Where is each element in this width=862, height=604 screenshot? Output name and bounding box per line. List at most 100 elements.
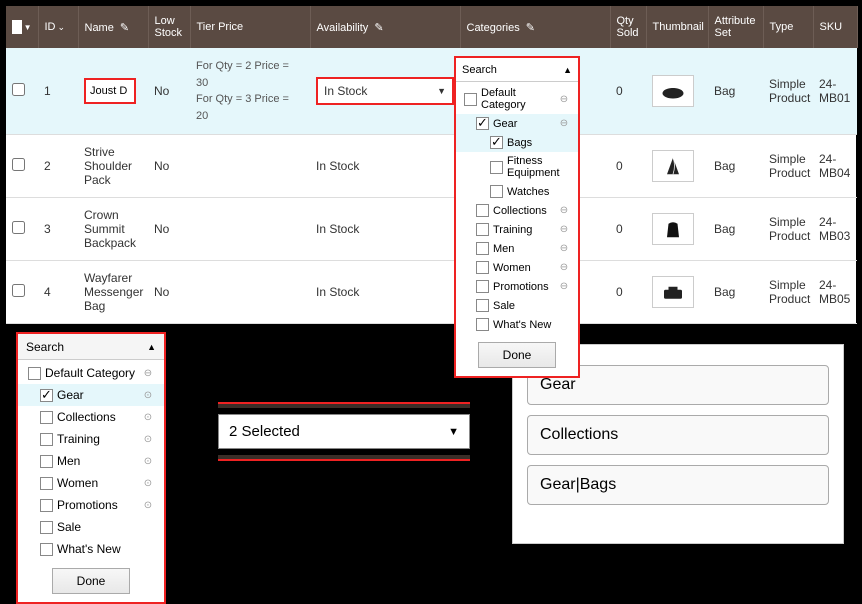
pencil-icon: ✎ (526, 21, 535, 34)
category-item-collections[interactable]: Collections⊖ (456, 201, 578, 220)
category-item-training[interactable]: Training⊙ (18, 428, 164, 450)
expand-icon[interactable]: ⊖ (558, 243, 570, 254)
chevron-down-icon[interactable]: ▼ (24, 23, 32, 32)
category-selected-select[interactable]: 2 Selected ▼ (218, 414, 470, 449)
category-item-sale[interactable]: Sale (456, 296, 578, 315)
header-thumbnail[interactable]: Thumbnail (646, 6, 708, 48)
category-search[interactable]: Search ▲ (456, 58, 578, 82)
checkbox-checked-icon[interactable] (40, 389, 53, 402)
decorative-stripe (218, 402, 470, 408)
category-item-gear[interactable]: Gear⊙ (18, 384, 164, 406)
name-input[interactable] (84, 78, 136, 104)
category-item-promotions[interactable]: Promotions⊙ (18, 494, 164, 516)
category-item-watches[interactable]: Watches (456, 182, 578, 201)
checkbox-icon[interactable] (490, 185, 503, 198)
checkbox-icon[interactable] (476, 280, 489, 293)
header-id[interactable]: ID⌄ (38, 6, 78, 48)
category-item-women[interactable]: Women⊖ (456, 258, 578, 277)
header-availability[interactable]: Availability ✎ (310, 6, 460, 48)
category-item-men[interactable]: Men⊖ (456, 239, 578, 258)
expand-icon[interactable]: ⊙ (142, 412, 154, 423)
expand-icon[interactable]: ⊖ (558, 262, 570, 273)
category-item-sale[interactable]: Sale (18, 516, 164, 538)
pencil-icon: ✎ (374, 21, 383, 34)
category-pill-gear-bags[interactable]: Gear|Bags (527, 465, 829, 505)
category-item-men[interactable]: Men⊙ (18, 450, 164, 472)
cell-tier: For Qty = 2 Price = 30 For Qty = 3 Price… (190, 48, 310, 135)
checkbox-icon[interactable] (40, 455, 53, 468)
header-name[interactable]: Name ✎ (78, 6, 148, 48)
done-button[interactable]: Done (52, 568, 131, 594)
category-item-fitness[interactable]: Fitness Equipment (456, 152, 578, 182)
category-item-bags[interactable]: Bags (456, 133, 578, 152)
expand-icon[interactable]: ⊖ (558, 205, 570, 216)
category-item-whats-new[interactable]: What's New (18, 538, 164, 560)
pencil-icon: ✎ (120, 21, 129, 34)
header-low-stock[interactable]: Low Stock (148, 6, 190, 48)
checkbox-checked-icon[interactable] (490, 136, 503, 149)
checkbox-icon[interactable] (476, 299, 489, 312)
checkbox-icon[interactable] (476, 204, 489, 217)
table-row[interactable]: 4 Wayfarer Messenger Bag No In Stock 0 B… (6, 261, 857, 324)
row-checkbox[interactable] (12, 83, 25, 96)
checkbox-icon[interactable] (476, 242, 489, 255)
chevron-up-icon: ▲ (563, 65, 572, 75)
checkbox-icon[interactable] (490, 161, 503, 174)
chevron-up-icon: ▲ (147, 342, 156, 352)
checkbox-checked-icon[interactable] (476, 117, 489, 130)
checkbox-icon[interactable] (40, 543, 53, 556)
availability-select[interactable]: In Stock ▼ (316, 77, 454, 105)
checkbox-icon[interactable] (40, 411, 53, 424)
checkbox-icon[interactable] (476, 223, 489, 236)
row-checkbox[interactable] (12, 158, 25, 171)
category-item-women[interactable]: Women⊙ (18, 472, 164, 494)
expand-icon[interactable]: ⊙ (142, 456, 154, 467)
expand-icon[interactable]: ⊙ (142, 478, 154, 489)
collapse-icon[interactable]: ⊖ (558, 118, 570, 129)
header-tier-price[interactable]: Tier Price (190, 6, 310, 48)
category-search[interactable]: Search ▲ (18, 334, 164, 360)
header-categories[interactable]: Categories ✎ (460, 6, 610, 48)
header-qty-sold[interactable]: Qty Sold (610, 6, 646, 48)
done-button[interactable]: Done (478, 342, 557, 368)
cell-name: Crown Summit Backpack (78, 198, 148, 261)
header-checkbox[interactable]: ▼ (6, 6, 38, 48)
category-item-training[interactable]: Training⊖ (456, 220, 578, 239)
checkbox-icon[interactable] (476, 261, 489, 274)
checkbox-icon[interactable] (464, 93, 477, 106)
header-sku[interactable]: SKU (813, 6, 857, 48)
checkbox-icon[interactable] (40, 521, 53, 534)
table-row[interactable]: 1 No For Qty = 2 Price = 30 For Qty = 3 … (6, 48, 857, 135)
product-grid-section: ▼ ID⌄ Name ✎ Low Stock Tier Price Availa… (6, 6, 856, 324)
collapse-icon[interactable]: ⊖ (142, 368, 154, 379)
expand-icon[interactable]: ⊖ (558, 224, 570, 235)
category-item-whats-new[interactable]: What's New (456, 315, 578, 334)
checkbox-icon[interactable] (40, 433, 53, 446)
category-item-default[interactable]: Default Category⊖ (18, 362, 164, 384)
header-type[interactable]: Type (763, 6, 813, 48)
category-item-promotions[interactable]: Promotions⊖ (456, 277, 578, 296)
checkbox-icon[interactable] (28, 367, 41, 380)
category-pill-collections[interactable]: Collections (527, 415, 829, 455)
checkbox-icon[interactable] (40, 477, 53, 490)
checkbox-icon[interactable] (40, 499, 53, 512)
select-all-checkbox[interactable] (12, 20, 22, 34)
cell-attr: Bag (708, 261, 763, 324)
row-checkbox[interactable] (12, 284, 25, 297)
cell-low: No (148, 261, 190, 324)
category-item-collections[interactable]: Collections⊙ (18, 406, 164, 428)
checkbox-icon[interactable] (476, 318, 489, 331)
header-attribute-set[interactable]: Attribute Set (708, 6, 763, 48)
category-item-default[interactable]: Default Category⊖ (456, 84, 578, 114)
expand-icon[interactable]: ⊙ (142, 500, 154, 511)
expand-icon[interactable]: ⊙ (142, 390, 154, 401)
table-row[interactable]: 3 Crown Summit Backpack No In Stock 0 Ba… (6, 198, 857, 261)
table-row[interactable]: 2 Strive Shoulder Pack No In Stock 0 Bag… (6, 135, 857, 198)
collapse-icon[interactable]: ⊖ (558, 94, 570, 105)
product-grid: ▼ ID⌄ Name ✎ Low Stock Tier Price Availa… (6, 6, 858, 324)
cell-low: No (148, 198, 190, 261)
expand-icon[interactable]: ⊖ (558, 281, 570, 292)
category-item-gear[interactable]: Gear⊖ (456, 114, 578, 133)
row-checkbox[interactable] (12, 221, 25, 234)
expand-icon[interactable]: ⊙ (142, 434, 154, 445)
